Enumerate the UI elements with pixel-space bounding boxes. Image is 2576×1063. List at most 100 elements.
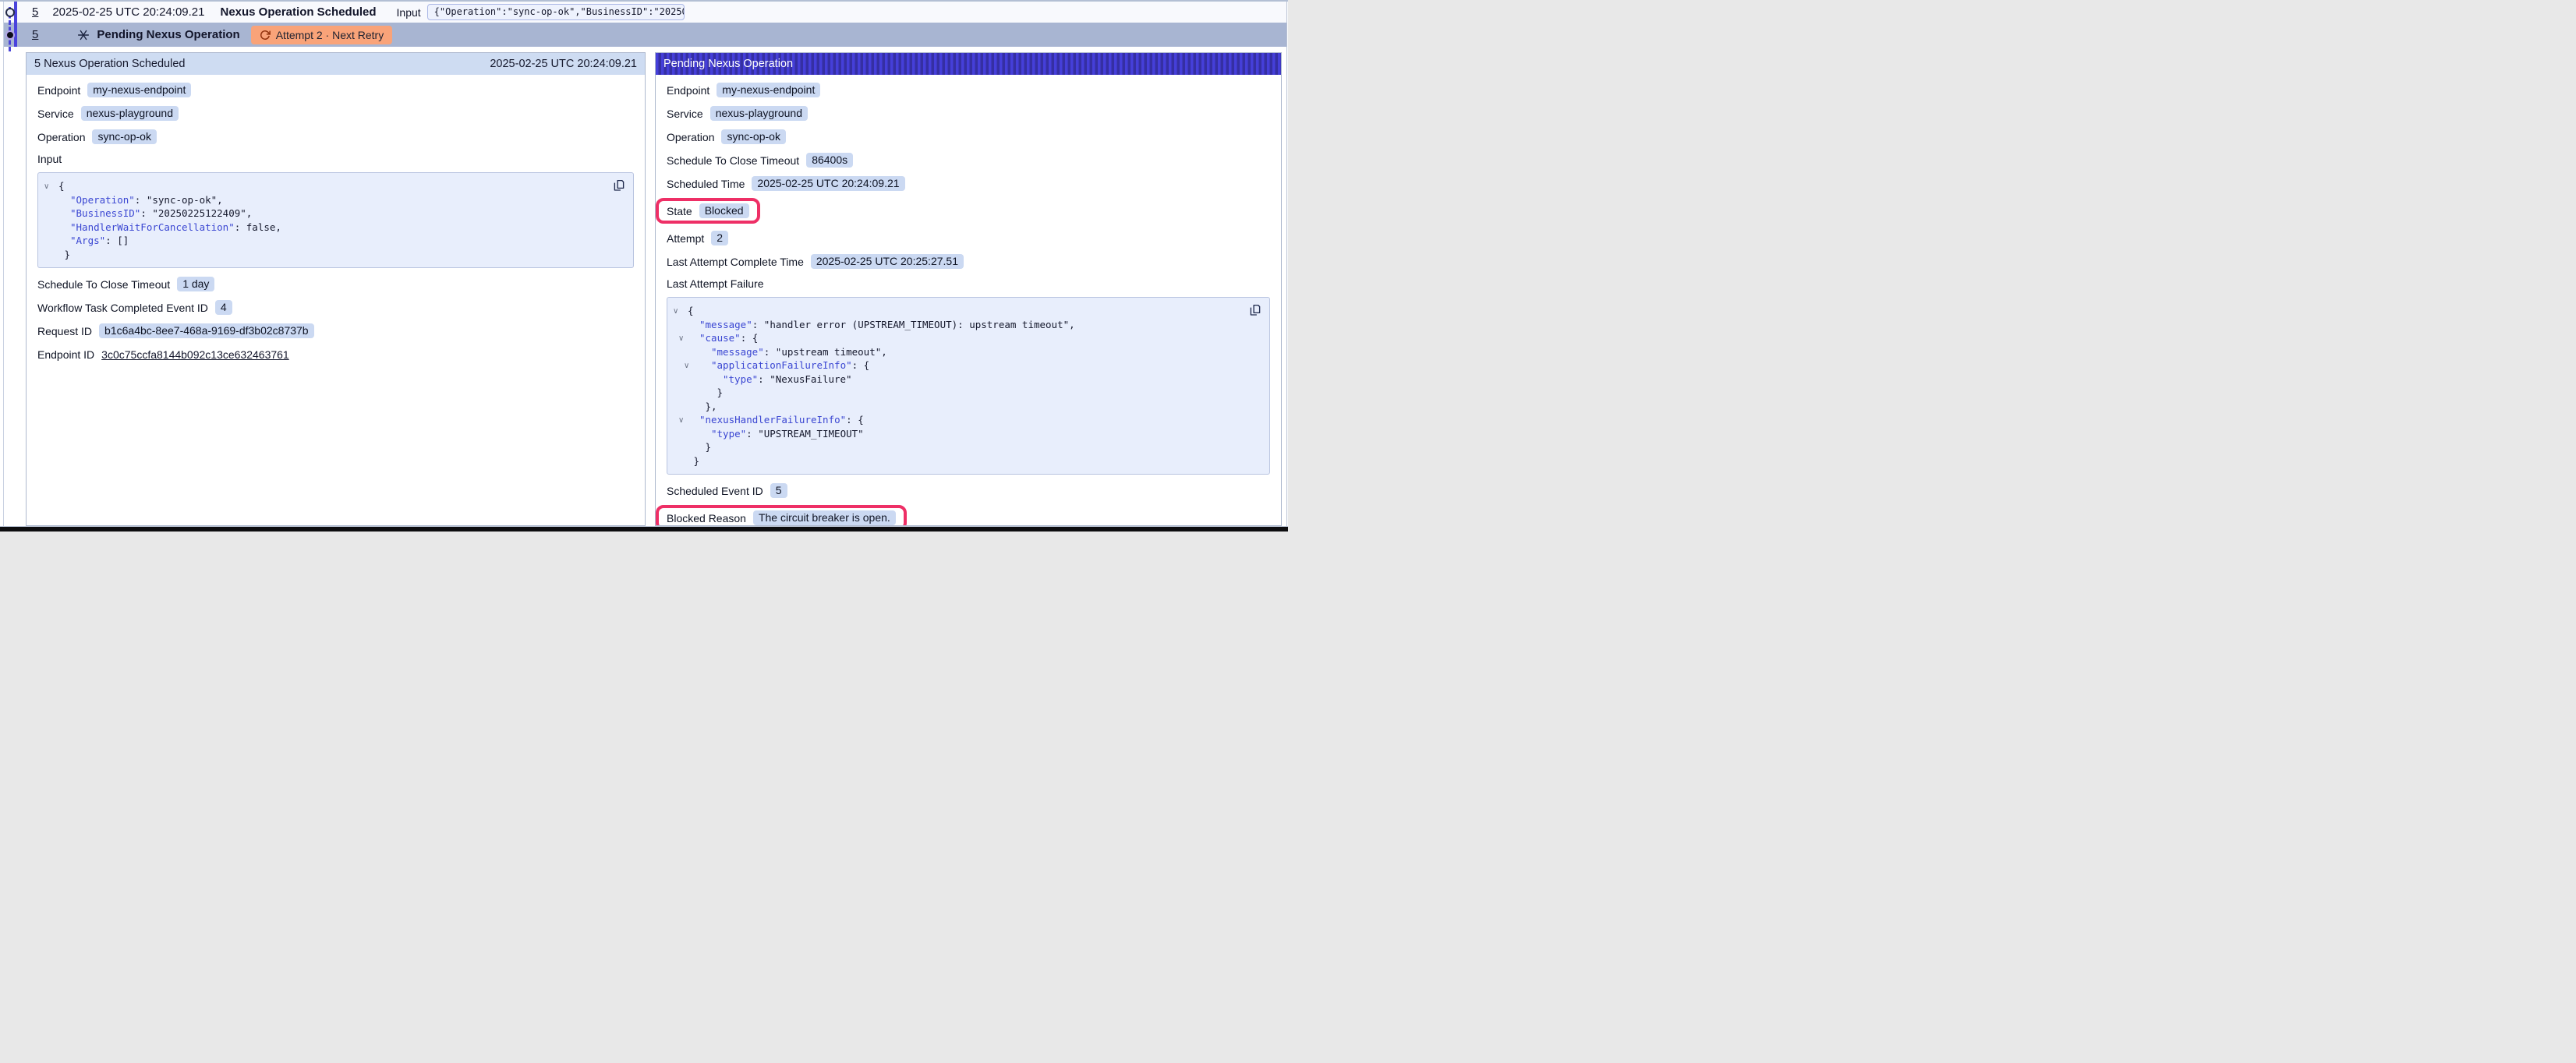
chevron-down-icon[interactable]: ∨ bbox=[673, 305, 678, 319]
input-summary-chip: {"Operation":"sync-op-ok","BusinessID":"… bbox=[427, 4, 685, 20]
field-value-badge: 2 bbox=[711, 231, 728, 245]
event-detail-header-title: 5 Nexus Operation Scheduled bbox=[34, 58, 185, 70]
pending-operation-header: Pending Nexus Operation bbox=[656, 53, 1281, 75]
event-detail-panel: 5 Nexus Operation Scheduled 2025-02-25 U… bbox=[26, 52, 646, 526]
field-value-badge: 1 day bbox=[177, 277, 214, 291]
pending-fields-bottom: Scheduled Event ID5Blocked ReasonThe cir… bbox=[667, 483, 1270, 526]
field-label: Service bbox=[667, 108, 703, 120]
field-label: Service bbox=[37, 108, 74, 120]
field-label: Operation bbox=[667, 131, 714, 143]
timeline-node-open-circle[interactable] bbox=[5, 8, 15, 17]
field-row-last-attempt-complete-time: Last Attempt Complete Time2025-02-25 UTC… bbox=[667, 254, 1270, 269]
temporal-event-history-screen: 5 2025-02-25 UTC 20:24:09.21 Nexus Opera… bbox=[0, 0, 1288, 532]
field-row-request-id: Request ID b1c6a4bc-8ee7-468a-9169-df3b02… bbox=[37, 323, 634, 338]
code-line: "Operation": "sync-op-ok", bbox=[38, 193, 602, 207]
field-row-scheduled-event-id: Scheduled Event ID 5 bbox=[667, 483, 1270, 498]
pending-event-id-link[interactable]: 5 bbox=[32, 28, 38, 41]
chevron-down-icon[interactable]: ∨ bbox=[44, 180, 49, 194]
event-id-link[interactable]: 5 bbox=[32, 5, 38, 19]
input-summary-label: Input bbox=[397, 6, 421, 19]
field-label: Schedule To Close Timeout bbox=[667, 154, 799, 167]
field-label: Operation bbox=[37, 131, 85, 143]
field-value-badge: 2025-02-25 UTC 20:25:27.51 bbox=[811, 254, 964, 269]
endpoint-id-link[interactable]: 3c0c75ccfa8144b092c13ce632463761 bbox=[101, 348, 289, 361]
field-label: Workflow Task Completed Event ID bbox=[37, 302, 208, 314]
field-row-endpoint: Endpoint my-nexus-endpoint bbox=[37, 83, 634, 97]
event-title: Nexus Operation Scheduled bbox=[220, 5, 376, 19]
field-label: Scheduled Event ID bbox=[667, 485, 763, 497]
event-detail-header-timestamp: 2025-02-25 UTC 20:24:09.21 bbox=[490, 58, 637, 70]
code-line: "type": "UPSTREAM_TIMEOUT" bbox=[667, 427, 1238, 441]
code-line: "message": "upstream timeout", bbox=[667, 345, 1238, 359]
code-line: } bbox=[667, 386, 1238, 400]
field-value-badge: Blocked bbox=[699, 203, 749, 218]
field-row-service: Service nexus-playground bbox=[37, 106, 634, 121]
timeline-node-filled-circle[interactable] bbox=[5, 30, 15, 40]
field-value-badge: nexus-playground bbox=[710, 106, 808, 121]
code-line: } bbox=[667, 440, 1238, 454]
retry-badge-label: Attempt 2 · Next Retry bbox=[276, 29, 384, 41]
retry-icon bbox=[260, 30, 271, 41]
event-detail-header: 5 Nexus Operation Scheduled 2025-02-25 U… bbox=[27, 53, 645, 75]
field-value-badge: 4 bbox=[215, 300, 232, 315]
field-row-operation: Operation sync-op-ok bbox=[37, 129, 634, 144]
field-row-attempt: Attempt 2 bbox=[667, 231, 1270, 245]
code-line: ∨"cause": { bbox=[667, 331, 1238, 345]
field-row-operation: Operation sync-op-ok bbox=[667, 129, 1270, 144]
field-value-badge: nexus-playground bbox=[81, 106, 179, 121]
chevron-down-icon[interactable]: ∨ bbox=[678, 414, 684, 428]
window-bottom-edge bbox=[0, 527, 1288, 532]
field-label: Endpoint ID bbox=[37, 348, 94, 361]
field-row-service: Service nexus-playground bbox=[667, 106, 1270, 121]
input-section-label: Input bbox=[37, 153, 634, 168]
pending-nexus-operation-row[interactable]: 5 Pending Nexus Operation Attempt 2 · Ne… bbox=[4, 23, 1286, 47]
copy-icon[interactable] bbox=[612, 178, 626, 192]
code-line: } bbox=[38, 248, 602, 262]
code-line: "HandlerWaitForCancellation": false, bbox=[38, 221, 602, 235]
field-value-badge: 2025-02-25 UTC 20:24:09.21 bbox=[752, 176, 904, 191]
field-label: Scheduled Time bbox=[667, 178, 745, 190]
chevron-down-icon[interactable]: ∨ bbox=[684, 359, 689, 373]
field-label: Attempt bbox=[667, 232, 704, 245]
field-value-badge: sync-op-ok bbox=[92, 129, 156, 144]
code-line: ∨{ bbox=[38, 179, 602, 193]
annotation-highlight-state: State Blocked bbox=[656, 198, 760, 224]
event-detail-fields-top: Endpoint my-nexus-endpoint Service nexus-pl… bbox=[37, 83, 634, 144]
field-label: Endpoint bbox=[37, 84, 80, 97]
scrollbar-track[interactable] bbox=[1287, 2, 1288, 526]
failure-section-label: Last Attempt Failure bbox=[667, 277, 1270, 292]
field-value-badge: 5 bbox=[770, 483, 787, 498]
chevron-down-icon[interactable]: ∨ bbox=[678, 332, 684, 346]
code-line: ∨{ bbox=[667, 304, 1238, 318]
field-row-state: State Blocked bbox=[667, 203, 749, 218]
field-row-scheduled-time: Scheduled Time 2025-02-25 UTC 20:24:09.21 bbox=[667, 176, 1270, 191]
event-timestamp: 2025-02-25 UTC 20:24:09.21 bbox=[52, 5, 204, 19]
selection-accent-bar bbox=[14, 2, 18, 47]
copy-icon[interactable] bbox=[1248, 303, 1262, 317]
field-row-schedule-to-close-timeout: Schedule To Close Timeout1 day bbox=[37, 277, 634, 291]
field-value-badge: b1c6a4bc-8ee7-468a-9169-df3b02c8737b bbox=[99, 323, 314, 338]
asterisk-icon bbox=[77, 29, 90, 41]
code-line: }, bbox=[667, 400, 1238, 414]
pending-fields-top: Endpointmy-nexus-endpoint Service nexus-pl… bbox=[667, 83, 1270, 269]
field-value-badge: my-nexus-endpoint bbox=[87, 83, 191, 97]
field-row-endpoint-id: Endpoint ID 3c0c75ccfa8144b092c13ce632463… bbox=[37, 347, 634, 362]
field-label: State bbox=[667, 205, 692, 217]
code-line: ∨"nexusHandlerFailureInfo": { bbox=[667, 413, 1238, 427]
window-left-edge bbox=[3, 2, 4, 527]
field-value-badge: sync-op-ok bbox=[721, 129, 785, 144]
code-line: "type": "NexusFailure" bbox=[667, 373, 1238, 387]
field-value-badge: 86400s bbox=[806, 153, 853, 168]
field-label: Blocked Reason bbox=[667, 512, 746, 524]
pending-operation-header-title: Pending Nexus Operation bbox=[663, 58, 793, 70]
field-label: Request ID bbox=[37, 325, 92, 337]
failure-json-viewer: ∨{"message": "handler error (UPSTREAM_TI… bbox=[667, 297, 1270, 475]
code-line: "Args": [] bbox=[38, 234, 602, 248]
field-row-endpoint: Endpointmy-nexus-endpoint bbox=[667, 83, 1270, 97]
pending-operation-panel: Pending Nexus Operation Endpointmy-nexus… bbox=[655, 52, 1282, 526]
code-line: "message": "handler error (UPSTREAM_TIME… bbox=[667, 318, 1238, 332]
field-label: Endpoint bbox=[667, 84, 709, 97]
input-json-viewer: ∨{"Operation": "sync-op-ok","BusinessID"… bbox=[37, 172, 634, 268]
event-row-nexus-operation-scheduled[interactable]: 5 2025-02-25 UTC 20:24:09.21 Nexus Opera… bbox=[4, 2, 1286, 23]
pending-title: Pending Nexus Operation bbox=[97, 28, 239, 41]
